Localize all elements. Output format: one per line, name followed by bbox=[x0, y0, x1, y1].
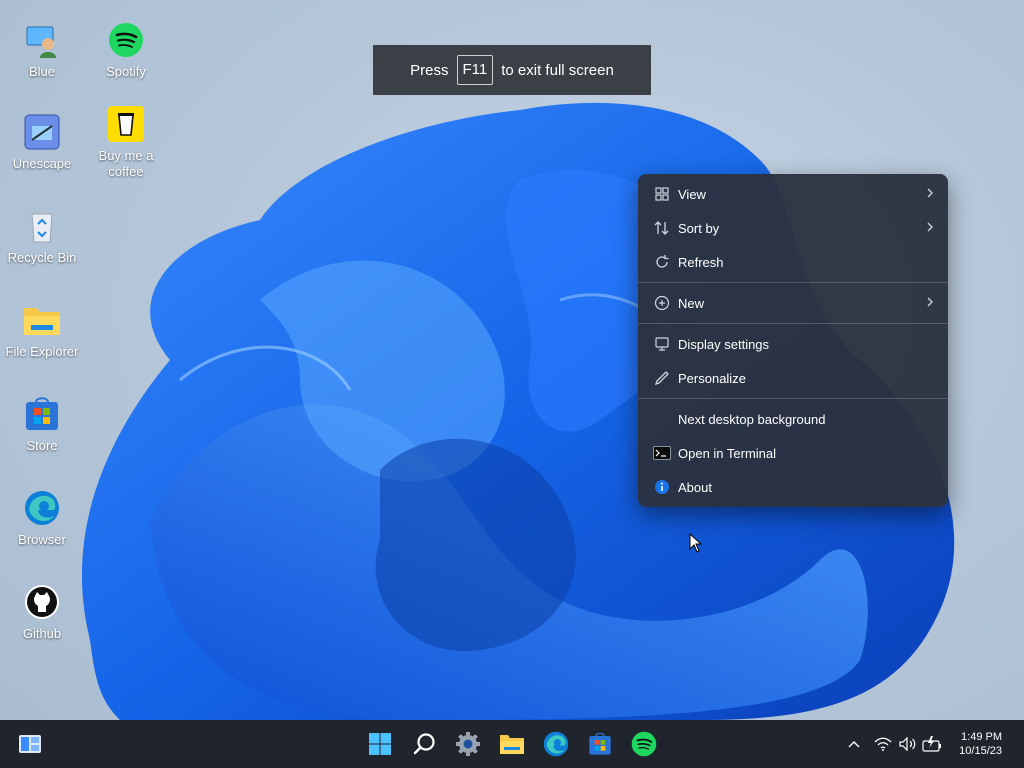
github-icon bbox=[22, 582, 62, 622]
spotify-icon bbox=[106, 20, 146, 60]
unescape-icon bbox=[22, 112, 62, 152]
taskbar-clock[interactable]: 1:49 PM 10/15/23 bbox=[959, 730, 1002, 758]
banner-suffix: to exit full screen bbox=[501, 61, 614, 79]
desktop-icon-github[interactable]: Github bbox=[0, 582, 84, 642]
store-icon bbox=[589, 732, 611, 755]
volume-button[interactable] bbox=[895, 728, 921, 760]
taskbar: 1:49 PM 10/15/23 bbox=[0, 720, 1024, 768]
menu-separator bbox=[638, 282, 948, 283]
display-icon bbox=[648, 336, 676, 352]
spotify-icon bbox=[631, 731, 657, 757]
menu-item-label: New bbox=[678, 295, 705, 311]
terminal-icon bbox=[648, 446, 676, 460]
speaker-icon bbox=[899, 737, 916, 751]
menu-item-label: Open in Terminal bbox=[678, 445, 777, 461]
desktop-icon-label: Spotify bbox=[106, 64, 146, 79]
folder-icon bbox=[22, 300, 62, 340]
menu-item-personalize[interactable]: Personalize bbox=[642, 363, 944, 393]
start-button[interactable] bbox=[364, 728, 396, 760]
desktop-icon-label: Store bbox=[26, 438, 58, 453]
spotify-button[interactable] bbox=[628, 728, 660, 760]
menu-item-about[interactable]: About bbox=[642, 472, 944, 502]
store-icon bbox=[22, 394, 62, 434]
coffee-cup-icon bbox=[106, 104, 146, 144]
banner-prefix: Press bbox=[410, 61, 449, 79]
menu-separator bbox=[638, 398, 948, 399]
menu-item-new[interactable]: New bbox=[642, 288, 944, 318]
desktop-icon-label: Buy me a coffee bbox=[98, 148, 154, 179]
desktop-icon-browser[interactable]: Browser bbox=[0, 488, 84, 548]
desktop-icon-spotify[interactable]: Spotify bbox=[84, 20, 168, 80]
chevron-right-icon bbox=[926, 221, 934, 236]
desktop-icon-label: Github bbox=[22, 626, 62, 641]
desktop-icon-blue[interactable]: Blue bbox=[0, 20, 84, 80]
info-icon bbox=[648, 479, 676, 495]
pen-icon bbox=[648, 370, 676, 386]
desktop-icon-label: Recycle Bin bbox=[7, 250, 77, 265]
refresh-icon bbox=[648, 254, 676, 270]
f11-key: F11 bbox=[456, 55, 494, 85]
menu-item-display-settings[interactable]: Display settings bbox=[642, 329, 944, 359]
recycle-bin-icon bbox=[22, 206, 62, 246]
desktop-icon-label: Blue bbox=[28, 64, 56, 79]
windows-logo-icon bbox=[369, 733, 391, 755]
desktop-icon-store[interactable]: Store bbox=[0, 394, 84, 454]
search-icon bbox=[413, 733, 435, 755]
menu-item-label: Display settings bbox=[678, 336, 770, 352]
desktop-icon-label: Browser bbox=[18, 532, 66, 547]
menu-item-label: View bbox=[678, 186, 706, 202]
desktop-icon-buy-me-a-coffee[interactable]: Buy me a coffee bbox=[84, 104, 168, 180]
desktop-icon-label: File Explorer bbox=[5, 344, 79, 359]
grid-view-icon bbox=[648, 187, 676, 201]
mouse-cursor-icon bbox=[689, 533, 703, 553]
edge-browser-icon bbox=[22, 488, 62, 528]
menu-separator bbox=[638, 323, 948, 324]
chevron-right-icon bbox=[926, 296, 934, 311]
menu-item-open-in-terminal[interactable]: Open in Terminal bbox=[642, 438, 944, 468]
desktop-icon-unescape[interactable]: Unescape bbox=[0, 112, 84, 172]
network-button[interactable] bbox=[870, 728, 896, 760]
widgets-button[interactable] bbox=[14, 728, 46, 760]
desktop-icon-label: Unescape bbox=[12, 156, 72, 171]
edge-browser-icon bbox=[543, 731, 569, 757]
folder-icon bbox=[500, 735, 524, 754]
desktop-icon-recycle-bin[interactable]: Recycle Bin bbox=[0, 206, 84, 266]
sort-icon bbox=[648, 220, 676, 236]
desktop-context-menu: View Sort by Refresh New Display setting… bbox=[638, 174, 948, 507]
clock-time: 1:49 PM bbox=[961, 731, 1002, 743]
menu-item-label: Next desktop background bbox=[678, 411, 826, 427]
battery-charging-icon bbox=[922, 736, 941, 752]
battery-button[interactable] bbox=[919, 728, 945, 760]
browser-button[interactable] bbox=[540, 728, 572, 760]
menu-item-refresh[interactable]: Refresh bbox=[642, 247, 944, 277]
plus-circle-icon bbox=[648, 295, 676, 311]
gear-icon bbox=[456, 732, 480, 756]
menu-item-sort-by[interactable]: Sort by bbox=[642, 213, 944, 243]
chevron-right-icon bbox=[926, 187, 934, 202]
clock-date: 10/15/23 bbox=[959, 745, 1002, 757]
menu-item-next-desktop-background[interactable]: Next desktop background bbox=[642, 404, 944, 434]
menu-item-label: Refresh bbox=[678, 254, 724, 270]
wifi-icon bbox=[874, 737, 892, 751]
menu-item-label: About bbox=[678, 479, 712, 495]
desktop-icon-file-explorer[interactable]: File Explorer bbox=[0, 300, 84, 360]
menu-item-label: Personalize bbox=[678, 370, 746, 386]
file-explorer-button[interactable] bbox=[496, 728, 528, 760]
chevron-up-icon bbox=[848, 741, 860, 748]
menu-item-view[interactable]: View bbox=[642, 179, 944, 209]
search-button[interactable] bbox=[409, 728, 441, 760]
store-button[interactable] bbox=[584, 728, 616, 760]
show-hidden-icons-button[interactable] bbox=[838, 728, 870, 760]
fullscreen-exit-banner: Press F11 to exit full screen bbox=[373, 45, 651, 95]
user-computer-icon bbox=[22, 20, 62, 60]
widgets-icon bbox=[19, 735, 41, 753]
menu-item-label: Sort by bbox=[678, 220, 720, 236]
settings-button[interactable] bbox=[452, 728, 484, 760]
